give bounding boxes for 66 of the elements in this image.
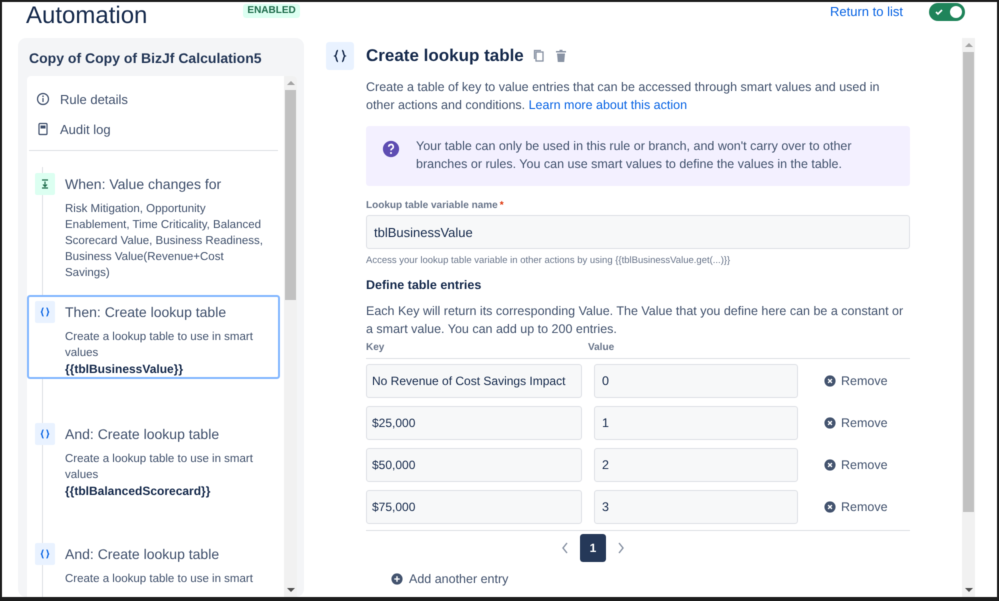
info-icon [36, 92, 50, 106]
rule-step[interactable]: Then: Create lookup table Create a lookup table to use in smart values {{tblBusinessValue}} [27, 295, 280, 379]
braces-icon [35, 301, 55, 323]
action-description: Create a table of key to value entries that can be accessed through smart values and used in other actions and conditions. Learn more about this action [366, 79, 881, 114]
remove-icon[interactable] [824, 417, 836, 429]
copy-icon[interactable] [532, 49, 546, 63]
learn-more-link[interactable]: Learn more about this action [528, 98, 688, 112]
trigger-icon [35, 173, 55, 195]
remove-icon[interactable] [824, 501, 836, 513]
variable-name-field[interactable]: tblBusinessValue [366, 215, 910, 249]
helper-text: Access your lookup table variable in other actions by using {{tblBusinessValue.get(...)}} [366, 255, 732, 266]
section-heading: Define table entries [366, 278, 482, 292]
trash-icon[interactable] [554, 49, 568, 63]
rule-step[interactable]: And: Create lookup table Create a lookup table to use in smart values {{tblBalancedScorecard}} [27, 417, 280, 535]
remove-link[interactable]: Remove [841, 416, 888, 430]
remove-link[interactable]: Remove [841, 374, 888, 388]
add-entry-link[interactable]: Add another entry [409, 572, 508, 586]
value-field[interactable]: 1 [594, 406, 798, 440]
value-field[interactable]: 3 [594, 490, 798, 524]
braces-icon [35, 543, 55, 565]
rule-step[interactable]: And: Create lookup table Create a lookup table to use in smart [27, 537, 280, 597]
key-field[interactable]: $75,000 [366, 490, 582, 524]
nav-item[interactable]: Rule details [60, 92, 128, 106]
scrollbar[interactable] [962, 38, 975, 597]
step-variable: {{tblBalancedScorecard}} [65, 483, 212, 499]
status-lozenge: ENABLED [243, 4, 300, 18]
value-field[interactable]: 0 [594, 364, 798, 398]
question-icon [382, 140, 400, 158]
step-title: And: Create lookup table [65, 546, 220, 562]
step-description: Risk Mitigation, Opportunity Enablement, Time Criticality, Balanced Scorecard Value, Business Readiness, Business Value(Revenue+Cost Savings) [65, 202, 264, 281]
field-label: Lookup table variable name * [366, 200, 505, 211]
step-description: Create a lookup table to use in smart values [65, 330, 254, 361]
column-header: Value [588, 342, 614, 353]
remove-icon[interactable] [824, 375, 836, 387]
remove-link[interactable]: Remove [841, 458, 888, 472]
step-description: Create a lookup table to use in smart [65, 572, 254, 587]
document-icon [36, 122, 50, 136]
braces-icon [35, 423, 55, 445]
step-variable: {{tblBusinessValue}} [65, 361, 184, 377]
toggle-switch[interactable] [929, 3, 965, 21]
return-link[interactable]: Return to list [830, 4, 903, 19]
previous-page-icon[interactable] [560, 541, 570, 555]
step-title: Then: Create lookup table [65, 304, 226, 320]
next-page-icon[interactable] [616, 541, 626, 555]
page-button[interactable]: 1 [580, 534, 606, 562]
step-description: Create a lookup table to use in smart values [65, 452, 254, 483]
step-title: And: Create lookup table [65, 426, 220, 442]
key-field[interactable]: No Revenue of Cost Savings Impact [366, 364, 582, 398]
remove-link[interactable]: Remove [841, 500, 888, 514]
remove-icon[interactable] [824, 459, 836, 471]
check-icon [934, 7, 944, 17]
section-description: Each Key will return its corresponding Value. The Value that you define here can be a constant or a smart value. You can add up to 200 entries. [366, 303, 904, 338]
step-title: When: Value changes for [65, 176, 222, 192]
nav-item[interactable]: Audit log [60, 122, 111, 136]
info-message: Your table can only be used in this rule or branch, and won't carry over to other branches or rules. You can use smart values to define the values in the table. [416, 138, 853, 173]
rule-step[interactable]: When: Value changes for Risk Mitigation, Opportunity Enablement, Time Criticality, Balanced Scorecard Value, Business Readiness, Business Value(Revenue+Cost Savings) [27, 167, 280, 293]
column-header: Key [366, 342, 386, 353]
braces-icon [326, 42, 354, 70]
add-icon[interactable] [391, 573, 403, 585]
page-title: Automation [26, 2, 148, 30]
scrollbar[interactable] [284, 76, 297, 597]
key-field[interactable]: $25,000 [366, 406, 582, 440]
value-field[interactable]: 2 [594, 448, 798, 482]
rule-name: Copy of Copy of BizJf Calculation5 [28, 50, 263, 68]
action-title: Create lookup table [366, 46, 524, 66]
key-field[interactable]: $50,000 [366, 448, 582, 482]
